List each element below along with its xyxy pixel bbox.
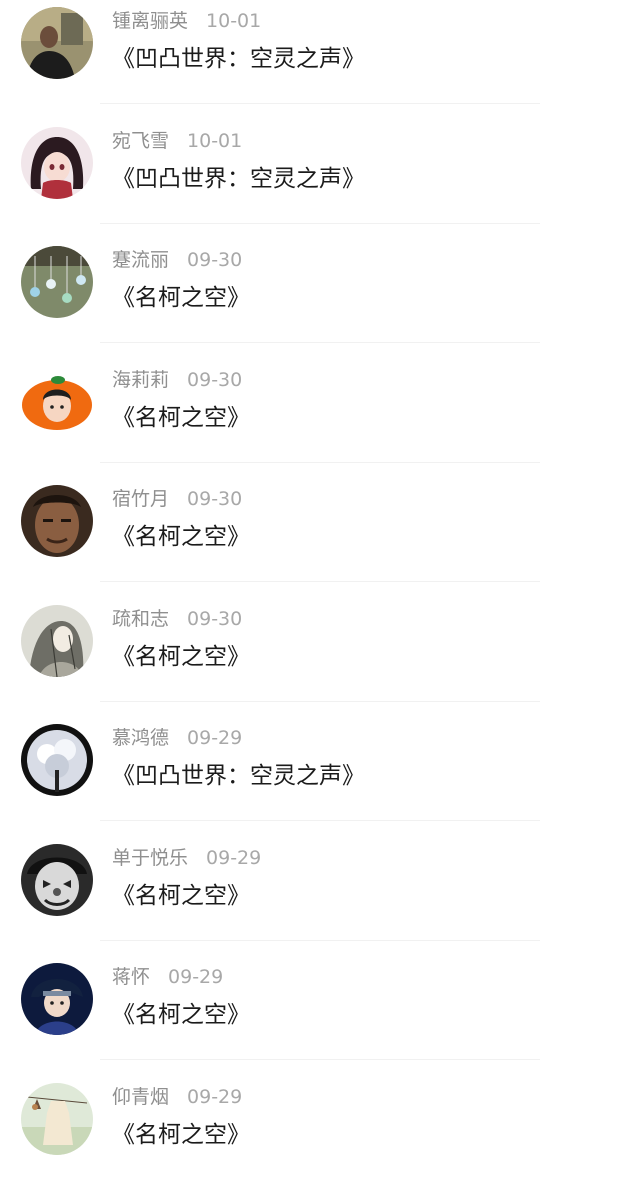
comment-date: 10-01 (187, 130, 242, 152)
comment-meta: 海莉莉 09-30 (112, 365, 242, 395)
comment-title[interactable]: 《名柯之空》 (112, 638, 250, 676)
list-item[interactable]: 单于悦乐 09-29 《名柯之空》 (0, 837, 640, 957)
comment-meta: 蹇流丽 09-30 (112, 245, 242, 275)
comment-title[interactable]: 《名柯之空》 (112, 996, 250, 1034)
divider (100, 820, 540, 821)
list-item[interactable]: 仰青烟 09-29 《名柯之空》 (0, 1076, 640, 1195)
man-dark-shirt-avatar-icon[interactable] (21, 7, 93, 79)
divider (100, 1059, 540, 1060)
list-item[interactable]: 宛飞雪 10-01 《凹凸世界：空灵之声》 (0, 120, 640, 240)
comment-date: 09-30 (187, 369, 242, 391)
snow-tree-avatar-icon[interactable] (21, 724, 93, 796)
comment-title[interactable]: 《名柯之空》 (112, 1116, 250, 1154)
comment-date: 09-29 (187, 727, 242, 749)
username[interactable]: 仰青烟 (112, 1086, 169, 1108)
username[interactable]: 宿竹月 (112, 488, 169, 510)
comment-title[interactable]: 《名柯之空》 (112, 399, 250, 437)
anime-girl-avatar-icon[interactable] (21, 127, 93, 199)
divider (100, 940, 540, 941)
comment-meta: 慕鸿德 09-29 (112, 723, 242, 753)
comment-date: 09-29 (206, 847, 261, 869)
username[interactable]: 蒋怀 (112, 966, 150, 988)
comment-date: 09-30 (187, 488, 242, 510)
comment-date: 09-30 (187, 608, 242, 630)
divider (100, 342, 540, 343)
comment-meta: 宿竹月 09-30 (112, 484, 242, 514)
clown-avatar-icon[interactable] (21, 844, 93, 916)
comment-list: 锺离骊英 10-01 《凹凸世界：空灵之声》 宛飞雪 10-01 《凹凸世界：空灵之… (0, 0, 640, 1154)
anime-ninja-avatar-icon[interactable] (21, 963, 93, 1035)
list-item[interactable]: 疏和志 09-30 《名柯之空》 (0, 598, 640, 718)
username[interactable]: 海莉莉 (112, 369, 169, 391)
username[interactable]: 锺离骊英 (112, 10, 188, 32)
comment-title[interactable]: 《凹凸世界：空灵之声》 (112, 160, 365, 198)
comment-date: 09-29 (187, 1086, 242, 1108)
comment-meta: 蒋怀 09-29 (112, 962, 223, 992)
comment-title[interactable]: 《名柯之空》 (112, 518, 250, 556)
username[interactable]: 疏和志 (112, 608, 169, 630)
list-item[interactable]: 宿竹月 09-30 《名柯之空》 (0, 478, 640, 598)
comment-meta: 单于悦乐 09-29 (112, 843, 261, 873)
username[interactable]: 蹇流丽 (112, 249, 169, 271)
comment-date: 10-01 (206, 10, 261, 32)
list-item[interactable]: 蹇流丽 09-30 《名柯之空》 (0, 239, 640, 359)
comment-title[interactable]: 《名柯之空》 (112, 877, 250, 915)
comment-meta: 锺离骊英 10-01 (112, 6, 261, 36)
divider (100, 103, 540, 104)
orange-boy-avatar-icon[interactable] (21, 366, 93, 438)
list-item[interactable]: 锺离骊英 10-01 《凹凸世界：空灵之声》 (0, 0, 640, 120)
sketch-girl-avatar-icon[interactable] (21, 605, 93, 677)
comment-date: 09-30 (187, 249, 242, 271)
comment-date: 09-29 (168, 966, 223, 988)
wind-chimes-avatar-icon[interactable] (21, 246, 93, 318)
divider (100, 581, 540, 582)
list-item[interactable]: 慕鸿德 09-29 《凹凸世界：空灵之声》 (0, 717, 640, 837)
username[interactable]: 宛飞雪 (112, 130, 169, 152)
comment-meta: 宛飞雪 10-01 (112, 126, 242, 156)
comment-title[interactable]: 《凹凸世界：空灵之声》 (112, 757, 365, 795)
comment-title[interactable]: 《名柯之空》 (112, 279, 250, 317)
divider (100, 223, 540, 224)
comment-meta: 仰青烟 09-29 (112, 1082, 242, 1112)
list-item[interactable]: 海莉莉 09-30 《名柯之空》 (0, 359, 640, 479)
man-face-avatar-icon[interactable] (21, 485, 93, 557)
username[interactable]: 单于悦乐 (112, 847, 188, 869)
hanging-dress-avatar-icon[interactable] (21, 1083, 93, 1155)
username[interactable]: 慕鸿德 (112, 727, 169, 749)
list-item[interactable]: 蒋怀 09-29 《名柯之空》 (0, 956, 640, 1076)
comment-meta: 疏和志 09-30 (112, 604, 242, 634)
divider (100, 462, 540, 463)
divider (100, 701, 540, 702)
comment-title[interactable]: 《凹凸世界：空灵之声》 (112, 40, 365, 78)
